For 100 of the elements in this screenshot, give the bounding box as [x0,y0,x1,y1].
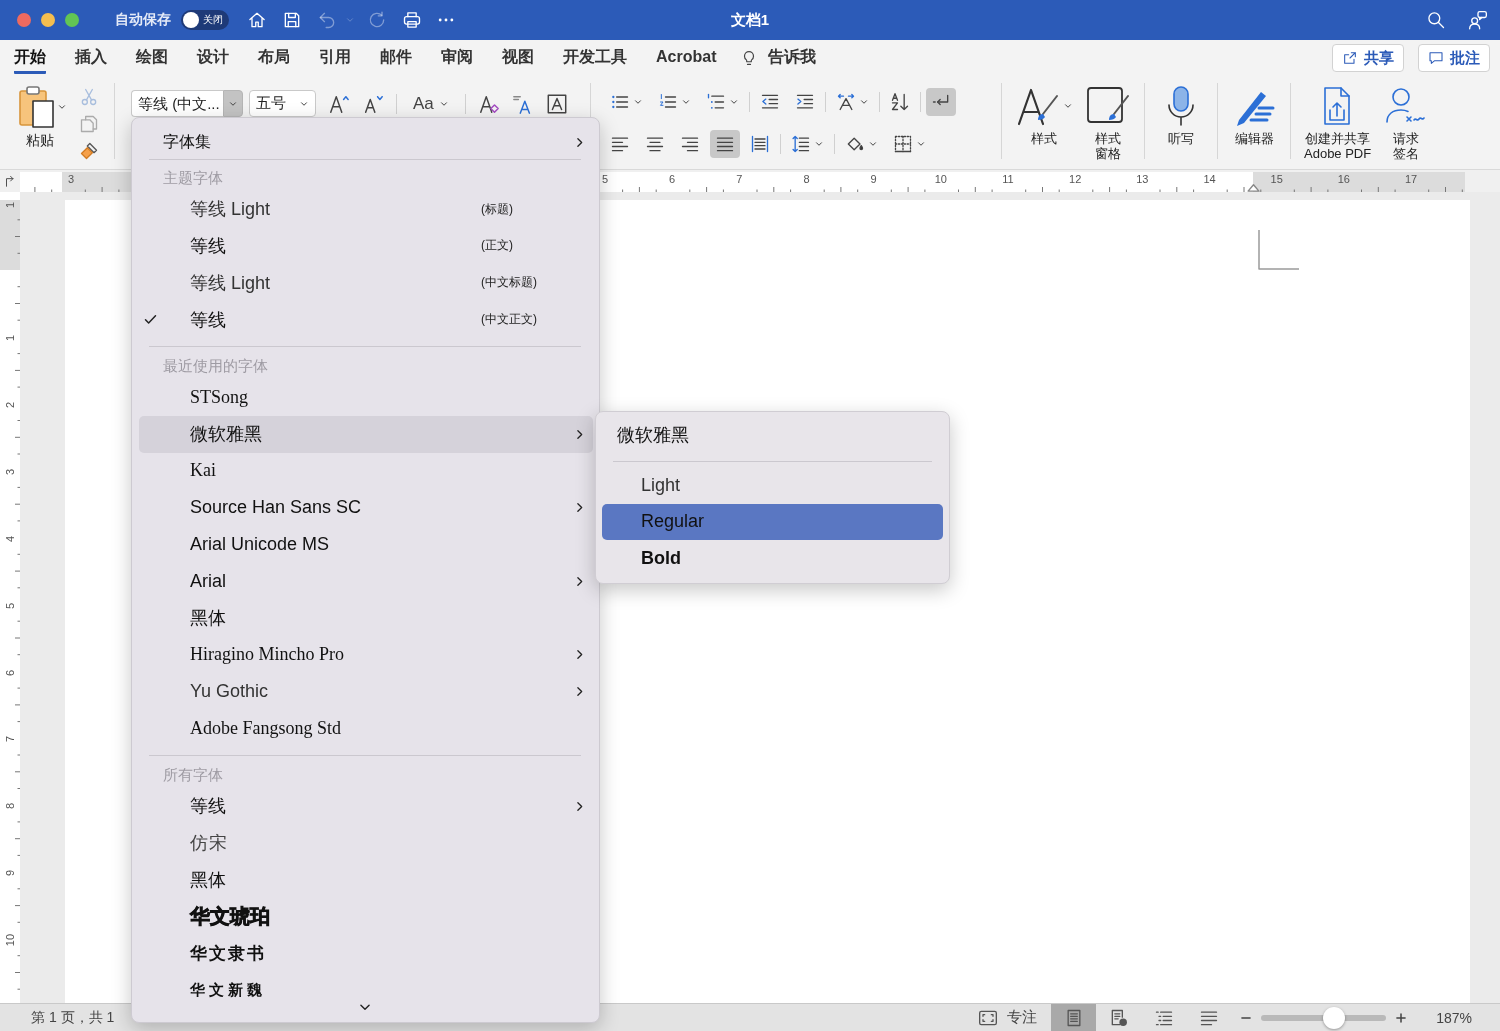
ribbon-tab[interactable]: 开发工具 [563,41,627,74]
justify-button[interactable] [710,130,740,158]
menu-item[interactable]: Hiragino Mincho Pro [139,636,593,674]
asian-layout-icon [836,92,856,112]
ruler-number: 8 [3,802,17,812]
ruler-number: 5 [3,601,17,611]
font-size-field[interactable]: 五号 [249,90,316,117]
window-title: 文档1 [730,10,770,30]
menu-item[interactable]: 华文隶书 [139,935,593,972]
share-icon [1342,50,1358,66]
menu-item[interactable]: Adobe Fangsong Std [139,710,593,747]
ruler-number: 11 [1001,173,1015,185]
zoom-in-icon[interactable] [1394,1010,1409,1025]
menu-item[interactable]: Regular [602,503,943,541]
caret-icon [633,97,643,107]
menu-item[interactable]: 黑体 [139,861,593,899]
tab-stop-icon[interactable] [3,174,17,188]
dictate-button[interactable]: 听写 [1155,83,1207,169]
zoom-percentage: 187% [1436,1009,1472,1026]
ribbon-tab[interactable]: 视图 [502,41,534,74]
borders-icon [893,134,913,154]
ruler-number: 13 [1135,173,1150,185]
menu-item[interactable]: Arial [139,562,593,600]
ruler-number: 6 [3,668,17,678]
menu-item[interactable]: STSong [139,379,593,416]
menu-item[interactable]: 等线 Light (标题) [139,190,593,228]
menu-item[interactable]: 字体集 [139,120,593,157]
tell-me-button[interactable]: 告诉我 [740,47,817,68]
distributed-icon [750,134,770,154]
ribbon-tab[interactable]: 绘图 [136,41,168,74]
caret-icon [1063,101,1073,111]
ruler-number: 14 [1202,173,1217,185]
menu-item[interactable]: Yu Gothic [139,673,593,711]
menu-item[interactable]: 华文新魏 [139,971,593,1009]
caret-icon [57,102,67,112]
ruler-number: 7 [3,735,17,745]
caret-icon [729,97,739,107]
sign-button[interactable]: 请求 签名 [1380,83,1433,169]
show-marks-button[interactable] [926,88,956,116]
menu-item[interactable]: 华文琥珀 [139,898,593,936]
styles-button[interactable]: 样式 [1012,83,1076,169]
printer-icon[interactable] [402,10,422,30]
comment-icon [1428,50,1444,66]
menu-item[interactable]: 等线 Light (中文标题) [139,264,593,302]
search-icon[interactable] [1426,10,1446,30]
menu-item[interactable]: 等线 [139,787,593,825]
autosave-label: 自动保存 [115,11,171,29]
ribbon-tab[interactable]: 插入 [75,41,107,74]
paintbrush-icon[interactable] [79,141,99,161]
ribbon-tab[interactable]: 引用 [319,41,351,74]
editor-button[interactable]: 编辑器 [1228,83,1280,169]
ribbon-tab[interactable]: 审阅 [441,41,473,74]
caret-icon [916,139,926,149]
change-case-button[interactable]: Aa [409,93,453,114]
menu-section-header: 主题字体 [162,167,224,188]
decrease-indent-icon [760,92,780,112]
ribbon-tab[interactable]: Acrobat [656,43,717,72]
styles-pane-button[interactable]: 样式 窗格 [1082,83,1134,169]
menu-item[interactable]: 黑体 [139,599,593,637]
person-chat-icon[interactable] [1468,10,1488,30]
ruler-number: 17 [1403,173,1419,185]
menu-item[interactable]: Bold [602,540,943,577]
menu-item[interactable]: Arial Unicode MS [139,526,593,563]
menu-item[interactable]: Kai [139,452,593,490]
share-button[interactable]: 共享 [1332,44,1404,72]
focus-button[interactable]: 专注 [978,1007,1038,1028]
menu-item[interactable]: 等线 (中文正文) [139,301,593,338]
autosave-toggle[interactable]: 关闭 [181,10,229,30]
menu-item[interactable]: Source Han Sans SC [139,489,593,527]
menu-item[interactable]: 仿宋 [139,824,593,862]
paste-button[interactable]: 粘贴 [18,75,67,169]
menu-section-header: 最近使用的字体 [162,356,269,376]
ribbon-tab[interactable]: 邮件 [380,41,412,74]
comments-button[interactable]: 批注 [1418,44,1490,72]
zoom-window-button[interactable] [65,13,79,27]
ribbon-tab[interactable]: 布局 [258,41,290,74]
menu-item[interactable]: Light [602,467,943,504]
ruler-number: 1 [3,200,17,211]
caret-icon [868,139,878,149]
home-icon[interactable] [247,10,267,30]
multilevel-list-icon [706,92,726,112]
menu-item[interactable]: 等线 (正文) [139,227,593,265]
pdf-button[interactable]: 创建并共享 Adobe PDF [1301,83,1375,169]
ruler-number: 6 [668,173,677,185]
page-count-text: 第 1 页，共 1 [30,1008,115,1027]
ruler-number: 9 [869,173,878,185]
ruler-number: 4 [3,534,17,544]
font-name-field[interactable]: 等线 (中文... [131,90,223,117]
ruler-number: 2 [3,400,17,410]
menu-section-header: 所有字体 [162,764,224,785]
increase-indent-icon [795,92,815,112]
ruler-number: 16 [1336,173,1351,185]
print-layout-view-button[interactable] [1051,1004,1097,1031]
minimize-window-button[interactable] [41,13,55,27]
menu-item[interactable]: 微软雅黑 [139,415,593,453]
ribbon-tab[interactable]: 设计 [197,41,229,74]
character-border-icon[interactable] [545,92,568,115]
ribbon-tab[interactable]: 开始 [14,41,46,74]
sort-icon [890,92,910,112]
zoom-slider-thumb[interactable] [1322,1006,1345,1029]
